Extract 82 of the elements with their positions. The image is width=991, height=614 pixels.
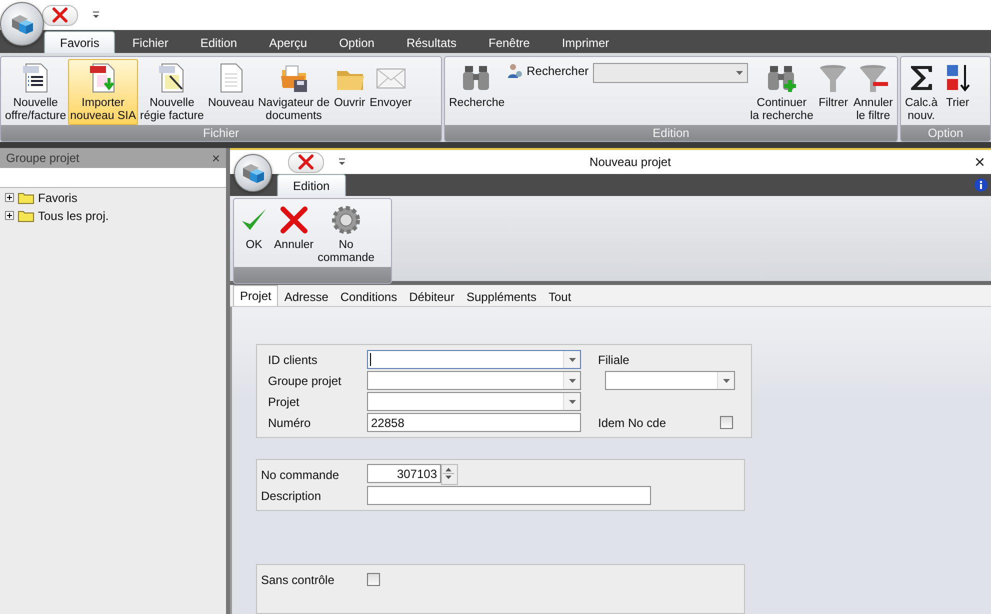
description-field[interactable] — [367, 486, 651, 505]
close-button[interactable]: × — [974, 152, 985, 172]
close-button[interactable]: × — [212, 150, 220, 166]
ribbon-tab[interactable]: Fichier — [117, 32, 184, 53]
ribbon-button[interactable]: Annuler le filtre — [851, 59, 895, 125]
search-field[interactable] — [0, 168, 226, 188]
ribbon-button[interactable]: Calc.à nouv. — [903, 59, 940, 125]
field-label: Groupe projet — [268, 374, 342, 388]
ribbon-tab[interactable]: Edition — [185, 32, 252, 53]
ribbon-button[interactable]: Recherche — [447, 59, 507, 112]
funnel-minus-icon — [857, 62, 890, 94]
spinner-arrows[interactable] — [441, 464, 458, 485]
field-label: Numéro — [268, 416, 312, 430]
form-tab[interactable]: Suppléments — [460, 288, 542, 306]
field-label: Idem No cde — [598, 416, 666, 430]
ribbon-button[interactable]: No commande — [316, 201, 377, 267]
ribbon-button[interactable]: Nouvelle offre/facture — [3, 59, 68, 125]
ribbon-tab[interactable]: Aperçu — [254, 32, 322, 53]
group-label: Edition — [445, 125, 897, 141]
cube-icon — [10, 13, 34, 35]
folder-icon — [18, 191, 34, 204]
field-label: Sans contrôle — [261, 572, 336, 586]
ribbon-button[interactable]: Continuer la recherche — [748, 59, 816, 125]
form-tab[interactable]: Projet — [233, 285, 278, 306]
ribbon-button[interactable]: Nouvelle régie facture — [138, 59, 206, 125]
search-label: Rechercher — [526, 63, 589, 79]
cross-icon — [52, 7, 68, 23]
dropdown-arrow-icon — [736, 71, 744, 75]
ribbon-button[interactable]: Ouvrir — [332, 59, 368, 112]
ribbon-button[interactable]: Filtrer — [815, 59, 852, 112]
form-tab[interactable]: Adresse — [278, 288, 334, 306]
window-title: Nouveau projet — [590, 155, 671, 169]
ribbon-button[interactable]: Navigateur de documents — [256, 59, 332, 125]
ribbon-tab[interactable]: Favoris — [44, 31, 116, 53]
ribbon-button[interactable]: OK — [236, 201, 272, 254]
ribbon-tab[interactable]: Fenêtre — [473, 32, 545, 53]
form-tab[interactable]: Tout — [542, 288, 578, 306]
ribbon-button[interactable]: Nouveau — [206, 59, 256, 112]
dropdown-arrow-icon — [568, 358, 576, 362]
expand-icon[interactable] — [5, 211, 14, 220]
form-tab[interactable]: Conditions — [334, 288, 404, 306]
ribbon-tab[interactable]: Résultats — [391, 32, 472, 53]
tree-item[interactable]: Favoris — [0, 188, 226, 206]
group-label: Option — [901, 125, 990, 141]
field-label: No commande — [261, 468, 340, 482]
ribbon-button[interactable]: Envoyer — [368, 59, 414, 112]
folder-icon — [18, 209, 34, 222]
form-tab[interactable]: Débiteur — [403, 288, 460, 306]
close-quick-button[interactable] — [42, 4, 78, 26]
cube-icon — [241, 162, 265, 184]
ribbon-button[interactable]: Importer nouveau SIA — [68, 59, 138, 125]
dropdown-arrow-icon — [722, 378, 730, 382]
number-field[interactable]: 22858 — [367, 413, 581, 432]
ribbon-tab[interactable]: Imprimer — [546, 32, 624, 53]
group-label: Fichier — [1, 125, 441, 141]
customize-menu-icon[interactable] — [338, 158, 346, 166]
field-label: ID clients — [268, 352, 318, 366]
expand-icon[interactable] — [5, 193, 14, 202]
combo-field[interactable] — [367, 371, 581, 390]
field-label: Filiale — [598, 352, 630, 366]
checkbox[interactable] — [720, 416, 733, 429]
ribbon-tab[interactable]: Edition — [277, 174, 346, 196]
ribbon-tab[interactable]: Option — [324, 32, 390, 53]
close-quick-button[interactable] — [288, 152, 324, 172]
customize-menu-icon[interactable] — [92, 11, 100, 19]
ribbon-button[interactable]: Trier — [940, 59, 976, 112]
order-number-field[interactable]: 307103 — [367, 464, 441, 483]
combo-field[interactable] — [367, 350, 581, 369]
ribbon-button[interactable]: Annuler — [272, 201, 316, 254]
dropdown-arrow-icon — [568, 378, 576, 382]
cross-icon — [278, 204, 310, 236]
tree-item[interactable]: Tous les proj. — [0, 206, 226, 224]
gear-icon — [330, 204, 362, 236]
cross-icon — [298, 154, 314, 170]
combo-field[interactable] — [367, 392, 581, 411]
combo-field[interactable] — [605, 371, 735, 390]
field-label: Description — [261, 488, 322, 502]
panel-title: Groupe projet — [6, 151, 80, 165]
info-icon[interactable] — [974, 178, 988, 192]
field-label: Projet — [268, 394, 300, 408]
dropdown-arrow-icon — [568, 400, 576, 404]
checkbox[interactable] — [367, 573, 380, 586]
